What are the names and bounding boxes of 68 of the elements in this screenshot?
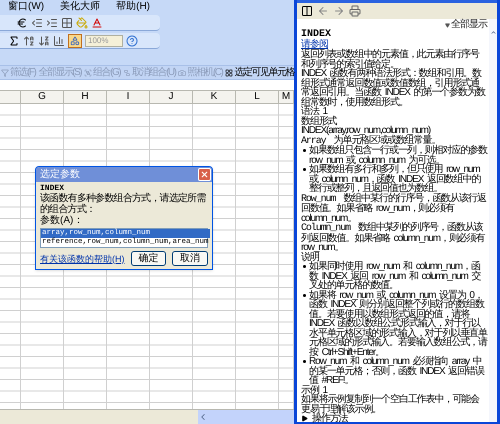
- decrease-indent-icon[interactable]: [31, 16, 43, 28]
- column-header[interactable]: K: [193, 91, 236, 103]
- help-paragraph: 返回列表或数组中的元素值，此元素由行序号和列序号的索引值给定。: [301, 50, 480, 69]
- scroll-up-icon[interactable]: [490, 29, 496, 36]
- help-heading: 示例 1: [301, 386, 328, 395]
- increase-indent-icon[interactable]: [46, 16, 58, 28]
- sort-ascending-icon[interactable]: [23, 34, 35, 46]
- column-header[interactable]: H: [64, 91, 107, 103]
- print-icon[interactable]: [349, 5, 361, 17]
- dialog-prompt: 该函数有多种参数组合方式，请选定所需的组合方式：: [40, 193, 207, 215]
- drawing-button[interactable]: [68, 34, 82, 48]
- help-heading: 数组形式: [301, 116, 337, 126]
- help-paragraph: INDEX 函数有两种语法形式：数组和引用。数组形式通常返回数值或数值数组，引用形式通常返回引用。当函数 INDEX 的第一个参数为数组常数时，使用数组形式。: [301, 69, 486, 107]
- grid-icon: [225, 68, 234, 76]
- ungroup-icon: [123, 68, 132, 76]
- menu-item[interactable]: 帮助(H): [116, 1, 150, 12]
- parameter-definition: Column_num 数组中某列的列序号，函数从该列返回数值。如果省略 column_num，则必须有 row_num。: [301, 223, 486, 252]
- borders-icon[interactable]: [61, 16, 73, 28]
- bullet-icon: [303, 265, 306, 268]
- forward-icon[interactable]: [333, 5, 345, 17]
- help-bullet-text: 如果将 row_num 或 column_num 设置为 0，函数 INDEX 则分别返回整个列或行的数组数值。若要使用以数组形式返回的值，请将 INDEX 函数以数组公式形式输入，对于行以水平单元格区域的形式输入，对于列以垂直单元格区域的形式输入。若要输入数组公式，请按 Ctrl+Shift+Enter。: [309, 290, 487, 357]
- dialog-title: 选定参数: [40, 169, 80, 180]
- help-bullet-text: 如果数组只包含一行或一列，则相对应的参数 row_num 或 column_num 为可选。: [309, 146, 487, 165]
- column-header[interactable]: I: [107, 91, 150, 103]
- filter-icon: [1, 68, 9, 76]
- help-heading: 说明: [301, 252, 319, 262]
- column-header[interactable]: J: [150, 91, 193, 103]
- see-also-link[interactable]: 请参阅: [301, 40, 328, 50]
- bullet-icon: [303, 294, 306, 296]
- bullet-icon: [303, 149, 306, 152]
- fill-color-icon[interactable]: [76, 16, 88, 28]
- parameter-definition: Row_num 数组中某行的行序号，函数从该行返回数值。如果省略 row_num，则必须有 column_num。: [301, 194, 487, 223]
- font-color-icon[interactable]: [91, 16, 103, 28]
- show-all-link[interactable]: 全部显示: [451, 20, 487, 30]
- camera-icon: [178, 68, 186, 76]
- back-icon[interactable]: [317, 5, 329, 17]
- parameter-definition: Array 为单元格区域或数组常量。: [301, 136, 440, 146]
- sort-descending-icon[interactable]: [38, 34, 50, 46]
- sum-icon[interactable]: [8, 34, 20, 46]
- help-heading: 语法 1: [301, 107, 328, 116]
- column-header[interactable]: G: [21, 91, 64, 103]
- expand-icon[interactable]: [301, 415, 308, 422]
- help-title: INDEX: [301, 30, 332, 40]
- dialog-button[interactable]: 取消: [172, 251, 208, 266]
- pane-toggle-icon[interactable]: [301, 5, 313, 17]
- show-all-icon[interactable]: [445, 22, 450, 28]
- chart-icon[interactable]: [53, 34, 65, 46]
- column-header[interactable]: L: [236, 91, 279, 103]
- help-link[interactable]: 有关该函数的帮助(H): [40, 254, 124, 264]
- vertical-scrollbar[interactable]: [489, 19, 497, 422]
- bullet-icon: [303, 168, 306, 171]
- menu-item[interactable]: 美化大师: [60, 1, 100, 12]
- menu-item[interactable]: 窗口(W): [8, 1, 44, 12]
- euro-icon[interactable]: [16, 16, 28, 28]
- help-paragraph: INDEX(array,row_num,column_num): [301, 126, 430, 136]
- horizontal-scrollbar[interactable]: [198, 410, 294, 424]
- toolbar-button[interactable]: 选定可见单元格: [234, 67, 294, 78]
- group-icon: [84, 68, 92, 76]
- expander-link[interactable]: 操作方法: [312, 414, 348, 424]
- bullet-icon: [303, 360, 306, 363]
- function-name: INDEX: [40, 184, 66, 193]
- list-label: 参数(A)：: [40, 215, 84, 226]
- help-icon[interactable]: [126, 34, 138, 46]
- help-paragraph: 如果将示例复制到一个空白工作表中，可能会更易于理解该示例。: [301, 395, 480, 414]
- help-bullet-text: 如果数组有多行和多列，但只使用 row_num 或 column_num，函数 INDEX 返回数组中的整行或整列，且返回值也为数组。: [309, 165, 481, 194]
- dialog-button[interactable]: 确定: [130, 251, 166, 266]
- help-bullet-text: 如果同时使用 row_num 和 column_num，函数 INDEX 返回 row_num 和 column_num 交叉处的单元格的数值。: [309, 262, 482, 290]
- help-bullet-text: Row_num 和 column_num 必须指向 array 中的某一单元格；否则，函数 INDEX 返回错误值 #REF!。: [309, 357, 486, 386]
